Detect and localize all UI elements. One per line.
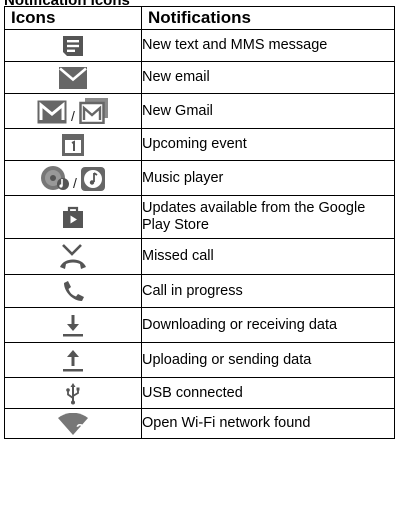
gmail-icon xyxy=(37,100,67,124)
table-row: / New Gmail xyxy=(4,93,395,129)
table-row: Uploading or sending data xyxy=(4,342,395,378)
table-row: / Music player xyxy=(4,160,395,196)
notification-text: Upcoming event xyxy=(141,128,395,161)
music-disc-icon xyxy=(41,166,70,190)
notification-text: USB connected xyxy=(141,377,395,409)
icon-cell: / xyxy=(4,160,142,196)
notification-text: Uploading or sending data xyxy=(141,342,395,378)
notification-text: Downloading or receiving data xyxy=(141,307,395,343)
play-store-bag-icon xyxy=(63,206,83,228)
table-row: USB connected xyxy=(4,377,395,409)
notification-text: Missed call xyxy=(141,238,395,275)
table-row: Downloading or receiving data xyxy=(4,307,395,343)
icon-cell xyxy=(4,342,142,378)
icon-cell xyxy=(4,29,142,62)
svg-text:?: ? xyxy=(76,421,84,435)
icon-cell: ? xyxy=(4,408,142,439)
column-header-icons: Icons xyxy=(4,6,142,30)
usb-icon xyxy=(66,383,80,405)
icon-cell xyxy=(4,377,142,409)
notification-text: New email xyxy=(141,61,395,94)
table-row: New email xyxy=(4,61,395,94)
notification-text: Open Wi-Fi network found xyxy=(141,408,395,439)
icon-cell xyxy=(4,307,142,343)
download-icon xyxy=(63,315,83,337)
missed-call-icon xyxy=(60,243,86,269)
table-header-row: Icons Notifications xyxy=(4,6,395,30)
gmail-multiple-icon xyxy=(79,98,108,124)
icon-cell: / xyxy=(4,93,142,129)
icon-separator: / xyxy=(73,175,77,191)
table-row: Call in progress xyxy=(4,274,395,308)
table-row: Missed call xyxy=(4,238,395,275)
phone-call-icon xyxy=(64,281,84,301)
notification-icons-table: Icons Notifications New text and MMS mes… xyxy=(4,6,395,439)
music-note-icon xyxy=(80,167,105,191)
notification-text: New Gmail xyxy=(141,93,395,129)
table-row: New text and MMS message xyxy=(4,29,395,62)
icon-cell xyxy=(4,274,142,308)
table-row: Upcoming event xyxy=(4,128,395,161)
column-header-notifications: Notifications xyxy=(141,6,395,30)
icon-cell xyxy=(4,128,142,161)
notification-text: Call in progress xyxy=(141,274,395,308)
icon-separator: / xyxy=(71,108,75,124)
table-row: Updates available from the Google Play S… xyxy=(4,195,395,239)
icon-cell xyxy=(4,238,142,275)
notification-text: Music player xyxy=(141,160,395,196)
message-icon xyxy=(63,35,83,56)
notification-text: Updates available from the Google Play S… xyxy=(141,195,395,239)
icon-cell xyxy=(4,61,142,94)
table-row: ? Open Wi-Fi network found xyxy=(4,408,395,439)
upload-icon xyxy=(63,350,83,372)
calendar-icon xyxy=(62,133,84,156)
email-envelope-icon xyxy=(59,66,87,89)
wifi-open-icon: ? xyxy=(58,412,88,435)
notification-text: New text and MMS message xyxy=(141,29,395,62)
icon-cell xyxy=(4,195,142,239)
